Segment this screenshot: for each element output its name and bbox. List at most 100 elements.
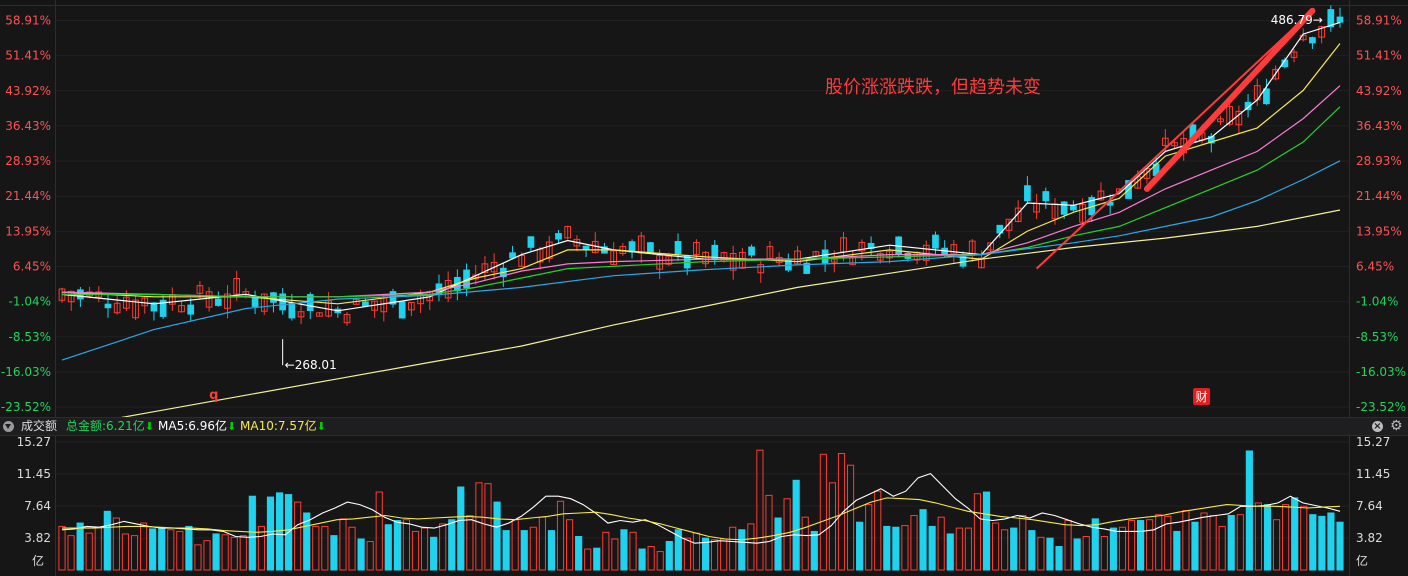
down-arrow-icon: ⬇ [316, 420, 326, 433]
volume-bar-up [910, 515, 918, 571]
close-icon[interactable]: × [1372, 421, 1383, 432]
volume-bar-down [502, 530, 510, 571]
price-chart[interactable]: 58.91% 58.91% 51.41% 51.41% 43.92% 43.92% 36.4… [0, 0, 1408, 417]
vol-unit-right: 亿 [1356, 553, 1368, 568]
volume-bar-down [520, 530, 528, 571]
volume-bar-down [158, 527, 166, 571]
volume-bar-up [375, 491, 383, 571]
y-tick-right: 13.95% [1356, 224, 1402, 238]
volume-bar-up [420, 527, 429, 571]
volume-bar-down [357, 538, 365, 571]
volume-bar-down [575, 535, 583, 571]
candle-down [647, 242, 654, 253]
volume-bar-down [792, 479, 800, 571]
volume-bar-up [529, 526, 537, 571]
volume-bar-up [756, 449, 764, 571]
volume-bar-down [919, 509, 927, 571]
volume-bar-down [883, 525, 891, 571]
volume-bar-up [729, 526, 737, 571]
candle-down [628, 241, 636, 253]
volume-bar-up [1082, 535, 1090, 571]
y-tick-right: 28.93% [1356, 154, 1402, 168]
volume-bar-up [475, 482, 483, 571]
candle-down [251, 297, 259, 307]
candle-down [1070, 205, 1077, 211]
volume-bar-down [1073, 538, 1081, 571]
volume-bar-up [692, 532, 701, 571]
candle-down [1024, 185, 1031, 202]
volume-bar-up [1254, 502, 1263, 571]
volume-bar-down [620, 529, 628, 571]
vol-tick-left: 3.82 [24, 531, 51, 545]
volume-bar-up [1155, 514, 1163, 571]
y-tick-left: -8.53% [9, 330, 51, 344]
down-arrow-icon: ⬇ [226, 420, 237, 433]
volume-bar-up [1236, 514, 1244, 571]
volume-bar-down [76, 522, 84, 571]
gear-icon[interactable]: ⚙ [1390, 418, 1403, 435]
volume-bar-up [955, 527, 963, 571]
volume-bar-up [67, 535, 75, 571]
vol-tick-right: 3.82 [1356, 531, 1383, 545]
volume-bar-up [1182, 509, 1190, 571]
volume-bar-down [1137, 520, 1145, 571]
y-tick-right: -23.52% [1356, 400, 1406, 414]
candle-down [104, 303, 112, 309]
volume-bar-up [194, 544, 202, 571]
ma5-label: MA5:6.96亿⬇ [158, 419, 237, 433]
y-tick-left: -1.04% [9, 295, 51, 309]
candle-down [509, 252, 516, 259]
volume-bar-up [846, 464, 855, 571]
ma-line-4 [62, 106, 1341, 298]
volume-bar-up [312, 525, 320, 571]
volume-bar-down [1327, 512, 1335, 571]
volume-chart[interactable]: 15.27 15.27 11.45 11.45 7.64 7.64 3.82 3.82 亿 亿 [0, 435, 1408, 576]
volume-bar-down [1309, 514, 1317, 571]
volume-bar-up [239, 535, 247, 571]
volume-bar-down [946, 533, 954, 571]
volume-bar-down [493, 501, 501, 571]
volume-bar-up [973, 493, 982, 571]
volume-bar-down [248, 495, 256, 571]
y-tick-right: 36.43% [1356, 119, 1402, 133]
volume-bar-down [1336, 521, 1344, 571]
volume-bar-up [538, 516, 546, 571]
candle-down [932, 234, 939, 249]
candle-down [214, 298, 222, 306]
volume-bar-down [638, 548, 646, 571]
volume-bar-down [212, 533, 220, 571]
volume-bar-up [901, 525, 909, 571]
y-tick-right: -1.04% [1356, 295, 1398, 309]
volume-bar-up [584, 548, 592, 571]
candle-down [362, 301, 369, 307]
volume-bar-up [1001, 529, 1009, 571]
collapse-icon[interactable] [3, 421, 14, 432]
candle-down [1336, 16, 1344, 23]
volume-panel-title: 成交额 [21, 419, 58, 433]
volume-bar-down [393, 520, 401, 571]
volume-bar-up [94, 526, 102, 571]
volume-bar-up [720, 538, 728, 571]
volume-bar-down [810, 530, 818, 571]
candle-down [187, 304, 195, 315]
vol-tick-right: 15.27 [1356, 435, 1390, 449]
volume-bar-up [257, 525, 265, 571]
volume-bar-up [1209, 515, 1217, 571]
candle-down [674, 241, 682, 255]
volume-bar-down [1191, 521, 1199, 571]
volume-bar-up [801, 516, 809, 571]
vol-tick-right: 7.64 [1356, 499, 1383, 513]
volume-bar-down [1173, 530, 1181, 571]
volume-bar-up [1282, 504, 1290, 571]
y-tick-right: 58.91% [1356, 13, 1402, 27]
volume-bar-up [1200, 512, 1208, 571]
volume-bar-up [366, 540, 374, 571]
q-marker: q [209, 388, 218, 403]
y-tick-left: 6.45% [13, 260, 51, 274]
volume-bar-down [856, 521, 864, 571]
volume-bar-up [865, 504, 873, 571]
vol-tick-left: 7.64 [24, 499, 51, 513]
volume-bar-up [167, 529, 175, 571]
cai-marker: 财 [1196, 390, 1208, 404]
y-tick-right: 6.45% [1356, 260, 1394, 274]
